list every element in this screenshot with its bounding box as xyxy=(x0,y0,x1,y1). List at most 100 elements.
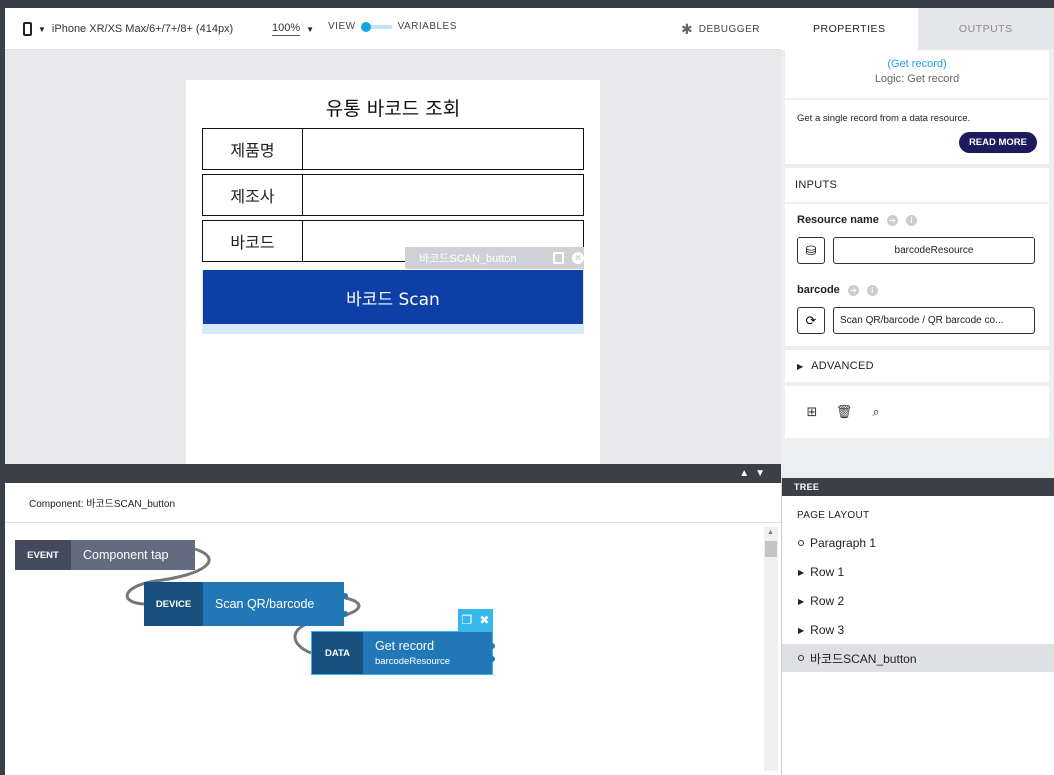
barcode-input[interactable]: Scan QR/barcode / QR barcode co... xyxy=(833,307,1035,334)
caret-right-icon[interactable]: ▶ xyxy=(798,568,804,577)
description-card: Get a single record from a data resource… xyxy=(785,100,1049,164)
panel-divider[interactable]: ▲▼ xyxy=(0,464,781,483)
tree-item-paragraph[interactable]: Paragraph 1 xyxy=(782,529,1054,557)
tree-item-row2[interactable]: ▶ Row 2 xyxy=(782,587,1054,615)
inputs-header: INPUTS xyxy=(785,168,1049,202)
view-label: VIEW xyxy=(328,21,356,32)
top-strip xyxy=(0,0,1054,8)
read-more-button[interactable]: READ MORE xyxy=(958,132,1037,153)
info-icon[interactable]: i xyxy=(866,284,878,296)
event-block[interactable]: EVENT Component tap xyxy=(15,540,195,570)
toggle-switch[interactable] xyxy=(360,21,392,32)
close-icon[interactable]: × xyxy=(572,252,584,264)
output-port[interactable] xyxy=(489,656,495,662)
output-port[interactable] xyxy=(342,593,348,599)
device-selector[interactable]: ▼ iPhone XR/XS Max/6+/7+/8+ (414px) xyxy=(23,22,233,36)
properties-panel: PROPERTIES OUTPUTS (Get record) Logic: G… xyxy=(781,8,1054,478)
zoom-selector[interactable]: 100% ▼ xyxy=(272,22,314,36)
advanced-label: ADVANCED xyxy=(811,360,874,372)
phone-preview: 유통 바코드 조회 제품명 제조사 바코드 바코드 Scan xyxy=(186,80,600,464)
panel-tabs: PROPERTIES OUTPUTS xyxy=(781,8,1054,50)
advanced-section[interactable]: ▶ ADVANCED xyxy=(785,350,1049,382)
device-label: iPhone XR/XS Max/6+/7+/8+ (414px) xyxy=(51,23,234,35)
tree-item-row1[interactable]: ▶ Row 1 xyxy=(782,558,1054,586)
variables-label: VARIABLES xyxy=(397,21,457,32)
block-subtitle: Logic: Get record xyxy=(874,73,960,85)
block-link[interactable]: (Get record) xyxy=(785,58,1049,70)
trash-icon[interactable]: 🗑 xyxy=(836,404,853,419)
device-block[interactable]: DEVICE Scan QR/barcode xyxy=(144,582,344,626)
close-icon[interactable]: ✖ xyxy=(479,613,489,627)
app-title[interactable]: 유통 바코드 조회 xyxy=(186,94,600,121)
row-label: 제조사 xyxy=(203,175,303,215)
block-title-card: (Get record) Logic: Get record xyxy=(785,50,1049,98)
inputs-label: INPUTS xyxy=(795,179,838,191)
page-layout-label: PAGE LAYOUT xyxy=(797,510,870,521)
tree-item-row3[interactable]: ▶ Row 3 xyxy=(782,616,1054,644)
add-block-icon[interactable]: ⊞ xyxy=(805,404,819,419)
scan-button-selection: 바코드 Scan xyxy=(202,270,584,334)
form-row-maker[interactable]: 제조사 xyxy=(202,174,584,216)
block-label: Get record xyxy=(375,639,435,653)
scrollbar-thumb[interactable] xyxy=(765,541,777,557)
row-label: 바코드 xyxy=(203,221,303,261)
copy-icon[interactable] xyxy=(553,252,564,264)
arrow-right-icon[interactable]: ➜ xyxy=(886,214,898,226)
block-body: Get record barcodeResource xyxy=(363,632,492,674)
tree-item-scan-button[interactable]: 바코드SCAN_button xyxy=(782,644,1054,672)
debugger-label: DEBUGGER xyxy=(698,24,760,35)
block-tag: DEVICE xyxy=(144,582,203,626)
chevron-down-icon: ▼ xyxy=(306,24,315,34)
debugger-button[interactable]: ✱ DEBUGGER xyxy=(681,21,760,38)
tree-panel: TREE PAGE LAYOUT Paragraph 1 ▶ Row 1 ▶ R… xyxy=(781,478,1054,775)
barcode-field: barcode ➜ i xyxy=(797,284,878,296)
block-tag: EVENT xyxy=(15,540,71,570)
search-icon[interactable]: ⌕ xyxy=(869,404,883,419)
block-description: Get a single record from a data resource… xyxy=(797,113,971,124)
caret-right-icon[interactable]: ▶ xyxy=(798,597,804,606)
tab-properties[interactable]: PROPERTIES xyxy=(781,8,918,50)
block-label: Component tap xyxy=(71,540,195,570)
tree-item-label: Row 3 xyxy=(810,623,845,637)
selected-component-tag: 바코드SCAN_button × xyxy=(405,247,584,269)
phone-icon xyxy=(23,22,32,36)
leaf-icon xyxy=(798,655,804,661)
caret-right-icon[interactable]: ▶ xyxy=(798,626,804,635)
tab-outputs[interactable]: OUTPUTS xyxy=(918,8,1054,50)
tree-item-label: Paragraph 1 xyxy=(810,536,877,550)
canvas-toolbar: ▼ iPhone XR/XS Max/6+/7+/8+ (414px) 100%… xyxy=(5,8,781,50)
logic-wires xyxy=(125,547,361,655)
block-label: Scan QR/barcode xyxy=(203,582,344,626)
bug-icon: ✱ xyxy=(681,21,693,37)
block-tag: DATA xyxy=(312,632,363,674)
tree-item-label: Row 2 xyxy=(810,594,845,608)
zoom-label: 100% xyxy=(272,22,301,36)
row-value[interactable] xyxy=(303,129,583,169)
expand-collapse-icons[interactable]: ▲▼ xyxy=(739,468,771,479)
scroll-up-icon[interactable]: ▲ xyxy=(767,529,774,536)
field-label: barcode xyxy=(797,284,840,296)
form-row-product[interactable]: 제품명 xyxy=(202,128,584,170)
resource-name-input[interactable]: barcodeResource xyxy=(833,237,1035,264)
output-port[interactable] xyxy=(342,611,348,617)
database-icon[interactable]: ⛁ xyxy=(797,237,825,264)
chevron-down-icon: ▼ xyxy=(38,24,46,34)
output-port[interactable] xyxy=(489,643,495,649)
block-actions: ⊞ 🗑 ⌕ xyxy=(785,386,1049,438)
block-sublabel: barcodeResource xyxy=(375,656,450,667)
field-label: Resource name xyxy=(797,214,879,226)
refresh-icon[interactable]: ⟳ xyxy=(797,307,825,334)
block-controls: ❐ ✖ xyxy=(458,609,493,631)
view-toggle[interactable]: VIEW VARIABLES xyxy=(328,21,457,32)
row-value[interactable] xyxy=(303,175,583,215)
arrow-right-icon[interactable]: ➜ xyxy=(847,284,859,296)
copy-icon[interactable]: ❐ xyxy=(462,613,473,627)
logic-editor: Component: 바코드SCAN_button EVENT Componen… xyxy=(5,483,781,775)
inputs-card: Resource name ➜ i ⛁ barcodeResource barc… xyxy=(785,204,1049,346)
vertical-scrollbar[interactable]: ▲ xyxy=(764,527,778,771)
scan-button[interactable]: 바코드 Scan xyxy=(203,270,583,324)
data-block[interactable]: DATA Get record barcodeResource xyxy=(311,631,493,675)
info-icon[interactable]: i xyxy=(905,214,917,226)
leaf-icon xyxy=(798,540,804,546)
tree-header: TREE xyxy=(782,478,1054,496)
